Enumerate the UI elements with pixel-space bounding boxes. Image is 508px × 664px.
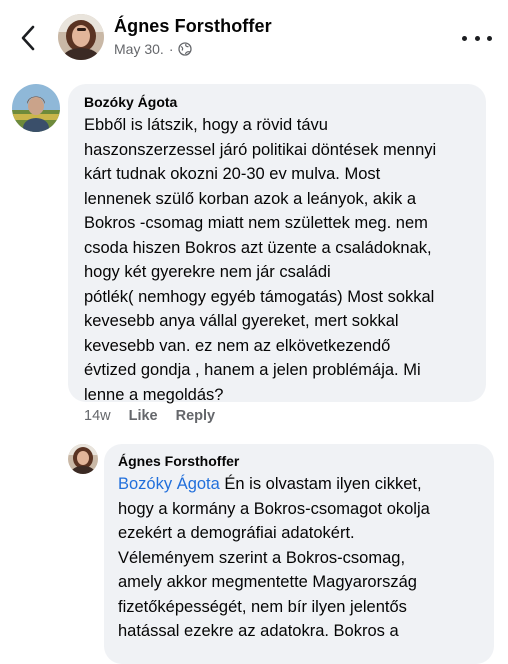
back-chevron-icon [21, 25, 35, 51]
reply-text-block: Bozóky Ágota Én is olvastam ilyen cikket… [118, 472, 482, 644]
more-dots-icon [462, 35, 467, 41]
post-header: Ágnes Forsthoffer May 30. · [0, 0, 508, 76]
comment-bubble: Bozóky Ágota Ebből is látszik, hogy a rö… [68, 84, 486, 404]
more-options-button[interactable] [462, 30, 492, 46]
author-name[interactable]: Ágnes Forsthoffer [114, 16, 272, 37]
comment-author[interactable]: Bozóky Ágota [84, 93, 472, 111]
meta-separator: · [168, 41, 174, 57]
post-meta: May 30. · [114, 41, 193, 57]
commenter-avatar[interactable] [12, 84, 60, 132]
globe-icon [178, 42, 193, 56]
reply-mention[interactable]: Bozóky Ágota [118, 475, 220, 493]
author-avatar[interactable] [58, 14, 104, 60]
reply-avatar[interactable] [68, 444, 98, 474]
comment-actions: 14w Like Reply [84, 408, 215, 424]
like-button[interactable]: Like [129, 408, 158, 424]
reply-button[interactable]: Reply [176, 408, 216, 424]
comment-time[interactable]: 14w [84, 408, 111, 424]
reply-text: Én is olvastam ilyen cikket, hogy a korm… [118, 475, 430, 640]
reply-bubble: Ágnes Forsthoffer Bozóky Ágota Én is olv… [104, 444, 494, 664]
reply-author[interactable]: Ágnes Forsthoffer [118, 452, 482, 470]
comment-text: Ebből is látszik, hogy a rövid távu hasz… [84, 116, 437, 404]
post-date[interactable]: May 30. [114, 41, 164, 57]
back-button[interactable] [14, 22, 42, 54]
